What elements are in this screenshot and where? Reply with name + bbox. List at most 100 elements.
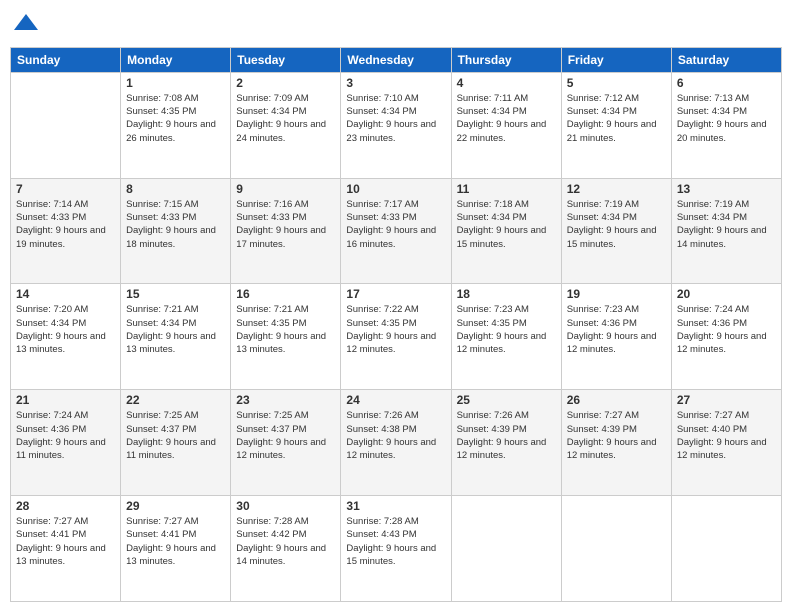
calendar-cell: 19Sunrise: 7:23 AM Sunset: 4:36 PM Dayli… bbox=[561, 284, 671, 390]
day-number: 25 bbox=[457, 393, 556, 407]
calendar-cell: 23Sunrise: 7:25 AM Sunset: 4:37 PM Dayli… bbox=[231, 390, 341, 496]
day-info: Sunrise: 7:15 AM Sunset: 4:33 PM Dayligh… bbox=[126, 198, 225, 251]
header-wednesday: Wednesday bbox=[341, 47, 451, 72]
logo bbox=[10, 10, 40, 39]
week-row-4: 28 Sunrise: 7:27 AM Sunset: 4:41 PM Dayli… bbox=[11, 496, 782, 602]
day-number: 12 bbox=[567, 182, 666, 196]
calendar-cell: 26 Sunrise: 7:27 AM Sunset: 4:39 PM Dayli… bbox=[561, 390, 671, 496]
day-info: Sunrise: 7:28 AM Sunset: 4:43 PM Dayligh… bbox=[346, 515, 445, 568]
day-number: 31 bbox=[346, 499, 445, 513]
calendar-cell: 28 Sunrise: 7:27 AM Sunset: 4:41 PM Dayli… bbox=[11, 496, 121, 602]
header-tuesday: Tuesday bbox=[231, 47, 341, 72]
day-number: 2 bbox=[236, 76, 335, 90]
day-info: Sunrise: 7:24 AM Sunset: 4:36 PM Dayligh… bbox=[677, 303, 776, 356]
calendar-cell: 4 Sunrise: 7:11 AM Sunset: 4:34 PM Daylig… bbox=[451, 72, 561, 178]
day-info: Sunrise: 7:25 AM Sunset: 4:37 PM Dayligh… bbox=[126, 409, 225, 462]
header bbox=[10, 10, 782, 39]
day-info: Sunrise: 7:23 AM Sunset: 4:35 PM Dayligh… bbox=[457, 303, 556, 356]
calendar-cell: 27 Sunrise: 7:27 AM Sunset: 4:40 PM Dayli… bbox=[671, 390, 781, 496]
day-info: Sunrise: 7:27 AM Sunset: 4:39 PM Dayligh… bbox=[567, 409, 666, 462]
day-number: 27 bbox=[677, 393, 776, 407]
calendar-cell: 3 Sunrise: 7:10 AM Sunset: 4:34 PM Daylig… bbox=[341, 72, 451, 178]
day-number: 19 bbox=[567, 287, 666, 301]
calendar-cell: 17 Sunrise: 7:22 AM Sunset: 4:35 PM Dayli… bbox=[341, 284, 451, 390]
calendar-cell: 14 Sunrise: 7:20 AM Sunset: 4:34 PM Dayli… bbox=[11, 284, 121, 390]
day-info: Sunrise: 7:14 AM Sunset: 4:33 PM Dayligh… bbox=[16, 198, 115, 251]
day-number: 3 bbox=[346, 76, 445, 90]
day-info: Sunrise: 7:11 AM Sunset: 4:34 PM Dayligh… bbox=[457, 92, 556, 145]
calendar-cell bbox=[451, 496, 561, 602]
day-number: 30 bbox=[236, 499, 335, 513]
day-info: Sunrise: 7:27 AM Sunset: 4:41 PM Dayligh… bbox=[126, 515, 225, 568]
calendar-cell: 15Sunrise: 7:21 AM Sunset: 4:34 PM Dayli… bbox=[121, 284, 231, 390]
day-number: 23 bbox=[236, 393, 335, 407]
day-number: 29 bbox=[126, 499, 225, 513]
day-info: Sunrise: 7:16 AM Sunset: 4:33 PM Dayligh… bbox=[236, 198, 335, 251]
day-number: 24 bbox=[346, 393, 445, 407]
calendar-cell: 22Sunrise: 7:25 AM Sunset: 4:37 PM Dayli… bbox=[121, 390, 231, 496]
calendar-cell bbox=[671, 496, 781, 602]
day-number: 7 bbox=[16, 182, 115, 196]
header-sunday: Sunday bbox=[11, 47, 121, 72]
calendar-header-row: SundayMondayTuesdayWednesdayThursdayFrid… bbox=[11, 47, 782, 72]
day-number: 20 bbox=[677, 287, 776, 301]
day-info: Sunrise: 7:27 AM Sunset: 4:41 PM Dayligh… bbox=[16, 515, 115, 568]
calendar-cell: 20 Sunrise: 7:24 AM Sunset: 4:36 PM Dayli… bbox=[671, 284, 781, 390]
day-number: 5 bbox=[567, 76, 666, 90]
calendar-cell: 8 Sunrise: 7:15 AM Sunset: 4:33 PM Daylig… bbox=[121, 178, 231, 284]
calendar-cell: 12 Sunrise: 7:19 AM Sunset: 4:34 PM Dayli… bbox=[561, 178, 671, 284]
day-info: Sunrise: 7:21 AM Sunset: 4:35 PM Dayligh… bbox=[236, 303, 335, 356]
day-info: Sunrise: 7:18 AM Sunset: 4:34 PM Dayligh… bbox=[457, 198, 556, 251]
day-number: 15 bbox=[126, 287, 225, 301]
header-thursday: Thursday bbox=[451, 47, 561, 72]
header-monday: Monday bbox=[121, 47, 231, 72]
calendar-cell: 31 Sunrise: 7:28 AM Sunset: 4:43 PM Dayli… bbox=[341, 496, 451, 602]
day-number: 1 bbox=[126, 76, 225, 90]
calendar-cell bbox=[11, 72, 121, 178]
week-row-1: 7 Sunrise: 7:14 AM Sunset: 4:33 PM Daylig… bbox=[11, 178, 782, 284]
calendar-cell bbox=[561, 496, 671, 602]
day-info: Sunrise: 7:20 AM Sunset: 4:34 PM Dayligh… bbox=[16, 303, 115, 356]
calendar-table: SundayMondayTuesdayWednesdayThursdayFrid… bbox=[10, 47, 782, 602]
day-number: 28 bbox=[16, 499, 115, 513]
header-friday: Friday bbox=[561, 47, 671, 72]
day-number: 14 bbox=[16, 287, 115, 301]
calendar-cell: 18 Sunrise: 7:23 AM Sunset: 4:35 PM Dayli… bbox=[451, 284, 561, 390]
day-info: Sunrise: 7:10 AM Sunset: 4:34 PM Dayligh… bbox=[346, 92, 445, 145]
day-number: 9 bbox=[236, 182, 335, 196]
calendar-cell: 6Sunrise: 7:13 AM Sunset: 4:34 PM Daylig… bbox=[671, 72, 781, 178]
day-number: 4 bbox=[457, 76, 556, 90]
day-info: Sunrise: 7:27 AM Sunset: 4:40 PM Dayligh… bbox=[677, 409, 776, 462]
day-info: Sunrise: 7:08 AM Sunset: 4:35 PM Dayligh… bbox=[126, 92, 225, 145]
calendar-cell: 24Sunrise: 7:26 AM Sunset: 4:38 PM Dayli… bbox=[341, 390, 451, 496]
day-number: 17 bbox=[346, 287, 445, 301]
calendar-cell: 13Sunrise: 7:19 AM Sunset: 4:34 PM Dayli… bbox=[671, 178, 781, 284]
day-number: 13 bbox=[677, 182, 776, 196]
day-info: Sunrise: 7:17 AM Sunset: 4:33 PM Dayligh… bbox=[346, 198, 445, 251]
week-row-0: 1 Sunrise: 7:08 AM Sunset: 4:35 PM Daylig… bbox=[11, 72, 782, 178]
day-number: 10 bbox=[346, 182, 445, 196]
calendar-cell: 25Sunrise: 7:26 AM Sunset: 4:39 PM Dayli… bbox=[451, 390, 561, 496]
day-number: 18 bbox=[457, 287, 556, 301]
calendar-cell: 11Sunrise: 7:18 AM Sunset: 4:34 PM Dayli… bbox=[451, 178, 561, 284]
day-info: Sunrise: 7:28 AM Sunset: 4:42 PM Dayligh… bbox=[236, 515, 335, 568]
week-row-3: 21 Sunrise: 7:24 AM Sunset: 4:36 PM Dayli… bbox=[11, 390, 782, 496]
calendar-cell: 5 Sunrise: 7:12 AM Sunset: 4:34 PM Daylig… bbox=[561, 72, 671, 178]
calendar-cell: 30 Sunrise: 7:28 AM Sunset: 4:42 PM Dayli… bbox=[231, 496, 341, 602]
day-number: 21 bbox=[16, 393, 115, 407]
week-row-2: 14 Sunrise: 7:20 AM Sunset: 4:34 PM Dayli… bbox=[11, 284, 782, 390]
day-info: Sunrise: 7:12 AM Sunset: 4:34 PM Dayligh… bbox=[567, 92, 666, 145]
logo-icon bbox=[12, 10, 40, 38]
day-info: Sunrise: 7:19 AM Sunset: 4:34 PM Dayligh… bbox=[567, 198, 666, 251]
calendar-cell: 16Sunrise: 7:21 AM Sunset: 4:35 PM Dayli… bbox=[231, 284, 341, 390]
calendar-cell: 7 Sunrise: 7:14 AM Sunset: 4:33 PM Daylig… bbox=[11, 178, 121, 284]
day-info: Sunrise: 7:24 AM Sunset: 4:36 PM Dayligh… bbox=[16, 409, 115, 462]
calendar-cell: 21 Sunrise: 7:24 AM Sunset: 4:36 PM Dayli… bbox=[11, 390, 121, 496]
header-saturday: Saturday bbox=[671, 47, 781, 72]
day-info: Sunrise: 7:09 AM Sunset: 4:34 PM Dayligh… bbox=[236, 92, 335, 145]
day-info: Sunrise: 7:22 AM Sunset: 4:35 PM Dayligh… bbox=[346, 303, 445, 356]
calendar-cell: 9 Sunrise: 7:16 AM Sunset: 4:33 PM Daylig… bbox=[231, 178, 341, 284]
day-number: 8 bbox=[126, 182, 225, 196]
day-number: 26 bbox=[567, 393, 666, 407]
day-number: 6 bbox=[677, 76, 776, 90]
